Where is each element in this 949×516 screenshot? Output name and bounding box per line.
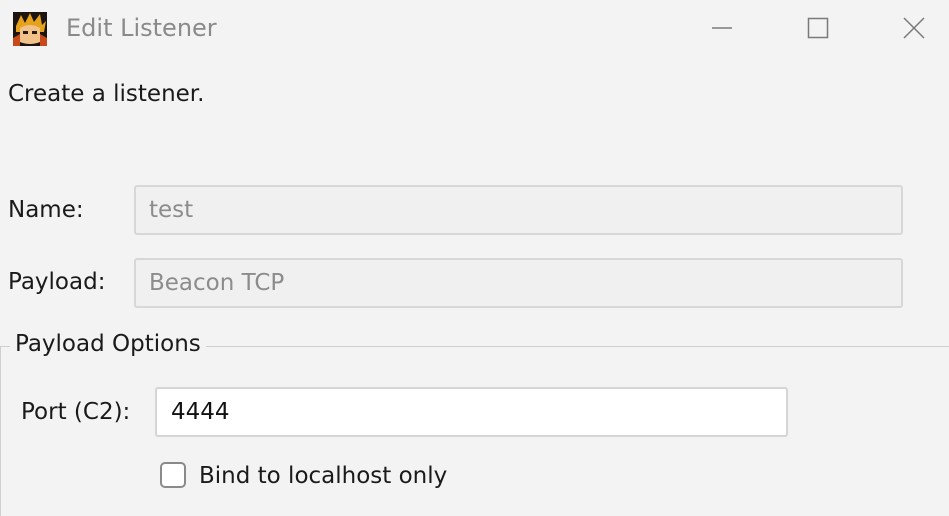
payload-label: Payload: xyxy=(8,269,106,295)
port-label: Port (C2): xyxy=(21,399,131,425)
payload-options-title: Payload Options xyxy=(10,327,206,361)
port-input[interactable]: 4444 xyxy=(155,387,788,437)
payload-field[interactable]: Beacon TCP xyxy=(134,258,903,308)
minimize-button[interactable] xyxy=(700,8,744,48)
window-title: Edit Listener xyxy=(66,14,217,42)
name-label: Name: xyxy=(8,197,84,223)
close-icon xyxy=(903,17,925,39)
close-button[interactable] xyxy=(892,8,936,48)
title-bar: Edit Listener xyxy=(0,0,949,56)
intro-text: Create a listener. xyxy=(8,81,205,107)
name-field[interactable]: test xyxy=(134,185,903,235)
app-character-icon xyxy=(13,12,47,46)
bind-localhost-checkbox[interactable] xyxy=(160,462,186,488)
minimize-icon xyxy=(712,27,732,29)
maximize-icon xyxy=(807,17,829,39)
bind-localhost-label[interactable]: Bind to localhost only xyxy=(199,459,447,493)
maximize-button[interactable] xyxy=(796,8,840,48)
